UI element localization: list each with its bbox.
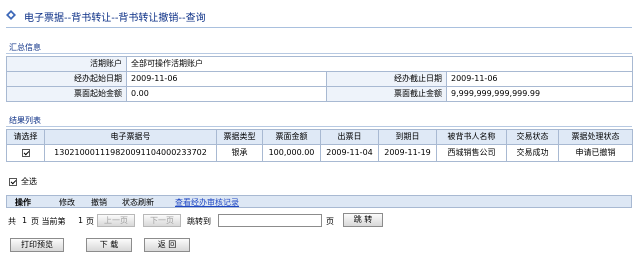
pager-total-suffix: 页 当前第: [31, 217, 66, 226]
prev-page-button[interactable]: 上一页: [97, 214, 135, 227]
max-amount-label: 票面截止金额: [326, 86, 447, 102]
results-table: 请选择 电子票据号 票据类型 票面金额 出票日 到期日 被背书人名称 交易状态 …: [6, 129, 633, 162]
summary-row-account: 活期账户 全部可操作活期账户: [6, 56, 633, 72]
table-row: 130210001119820091104000233702 银承 100,00…: [6, 144, 633, 162]
start-date-label: 经办起始日期: [6, 71, 127, 87]
max-amount-value: 9,999,999,999,999.99: [446, 86, 633, 102]
bill-no-cell: 130210001119820091104000233702: [44, 144, 217, 162]
results-header-row: 请选择 电子票据号 票据类型 票面金额 出票日 到期日 被背书人名称 交易状态 …: [6, 129, 633, 145]
min-amount-value: 0.00: [126, 86, 327, 102]
pager-total-pages: 1: [22, 216, 28, 225]
operations-bar: 操作 修改 撤销 状态刷新 查看经办审核记录: [6, 195, 632, 208]
summary-table: 活期账户 全部可操作活期账户 经办起始日期 2009-11-06 经办截止日期 …: [6, 56, 633, 102]
pager-current-page: 1: [78, 216, 84, 225]
row-select-cell: [6, 144, 45, 162]
diamond-arrow-icon: [6, 10, 16, 20]
type-cell: 银承: [216, 144, 263, 162]
process-status-cell: 申请已撤销: [558, 144, 633, 162]
download-button[interactable]: 下 载: [86, 238, 132, 252]
col-header-trade-status: 交易状态: [506, 129, 559, 145]
jump-button[interactable]: 跳 转: [343, 213, 383, 227]
print-preview-button[interactable]: 打印预览: [10, 238, 64, 252]
account-label: 活期账户: [6, 56, 127, 72]
audit-record-link[interactable]: 查看经办审核记录: [175, 197, 239, 208]
title-divider: [6, 27, 632, 28]
min-amount-label: 票面起始金额: [6, 86, 127, 102]
endorsee-cell: 西城销售公司: [436, 144, 507, 162]
next-page-button[interactable]: 下一页: [143, 214, 181, 227]
jump-page-input[interactable]: [218, 214, 322, 227]
back-button[interactable]: 返 回: [144, 238, 190, 252]
col-header-select: 请选择: [6, 129, 45, 145]
summary-section-title: 汇总信息: [9, 43, 41, 52]
issue-date-cell: 2009-11-04: [320, 144, 379, 162]
amount-cell: 100,000.00: [262, 144, 321, 162]
start-date-value: 2009-11-06: [126, 71, 327, 87]
jump-page-unit: 页: [326, 217, 334, 226]
results-section-title: 结果列表: [9, 116, 41, 125]
jump-to-label: 跳转到: [187, 217, 211, 226]
summary-section-divider: [6, 53, 632, 54]
col-header-amount: 票面金额: [262, 129, 321, 145]
modify-button[interactable]: 修改: [59, 197, 75, 208]
operations-label: 操作: [15, 198, 31, 207]
cancel-button[interactable]: 撤销: [91, 197, 107, 208]
pager-current-suffix: 页: [86, 217, 94, 226]
trade-status-cell: 交易成功: [506, 144, 559, 162]
row-select-checkbox[interactable]: [21, 148, 30, 157]
page-title: 电子票据--背书转让--背书转让撤销--查询: [24, 13, 206, 24]
account-value: 全部可操作活期账户: [126, 56, 633, 72]
end-date-value: 2009-11-06: [446, 71, 633, 87]
col-header-process-status: 票据处理状态: [558, 129, 633, 145]
col-header-endorsee: 被背书人名称: [436, 129, 507, 145]
select-all-label: 全选: [21, 177, 37, 186]
page-title-bar: 电子票据--背书转让--背书转让撤销--查询: [0, 0, 640, 30]
due-date-cell: 2009-11-19: [378, 144, 437, 162]
end-date-label: 经办截止日期: [326, 71, 447, 87]
summary-row-amount: 票面起始金额 0.00 票面截止金额 9,999,999,999,999.99: [6, 86, 633, 102]
refresh-status-button[interactable]: 状态刷新: [122, 197, 154, 208]
col-header-due-date: 到期日: [378, 129, 437, 145]
select-all-checkbox[interactable]: [9, 177, 17, 186]
col-header-bill-no: 电子票据号: [44, 129, 217, 145]
col-header-type: 票据类型: [216, 129, 263, 145]
pager-total-prefix: 共: [8, 217, 16, 226]
results-section-divider: [6, 126, 632, 127]
summary-row-date: 经办起始日期 2009-11-06 经办截止日期 2009-11-06: [6, 71, 633, 87]
col-header-issue-date: 出票日: [320, 129, 379, 145]
